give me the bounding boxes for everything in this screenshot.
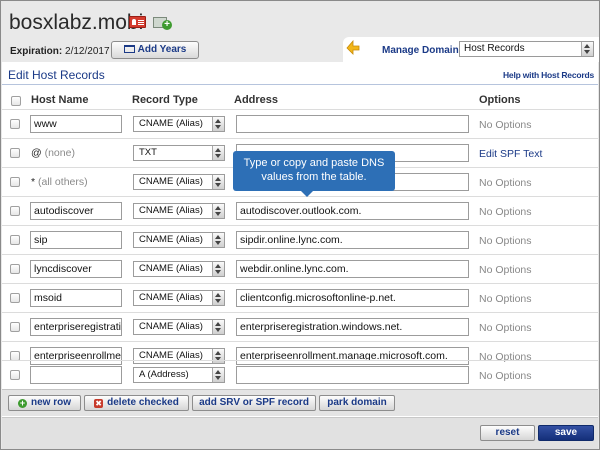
host-record-row: autodiscover CNAME (Alias) autodiscover.… bbox=[2, 196, 598, 224]
contact-card-icon[interactable] bbox=[129, 16, 146, 28]
host-record-row: www CNAME (Alias) No Options bbox=[2, 109, 598, 137]
manage-domain-select[interactable]: Host Records bbox=[459, 41, 594, 57]
record-type-select[interactable]: TXT bbox=[133, 145, 225, 161]
record-type-select[interactable]: CNAME (Alias) bbox=[133, 319, 225, 335]
row-options: No Options bbox=[479, 370, 532, 382]
record-actions-bar: + new row ✖ delete checked add SRV or SPF … bbox=[2, 389, 598, 416]
select-arrows-icon bbox=[212, 233, 224, 247]
record-type-select[interactable]: CNAME (Alias) bbox=[133, 261, 225, 277]
host-record-row: A (Address) No Options bbox=[2, 360, 598, 389]
host-record-row: lyncdiscover CNAME (Alias) webdir.online… bbox=[2, 254, 598, 282]
host-name-input[interactable]: enterpriseregistration bbox=[30, 318, 122, 336]
tooltip-line-2: values from the table. bbox=[261, 171, 367, 183]
column-address: Address bbox=[234, 94, 279, 106]
column-options: Options bbox=[479, 94, 521, 106]
select-all-checkbox[interactable] bbox=[11, 96, 21, 106]
expiration-label: Expiration: bbox=[10, 46, 63, 57]
panel-title: Edit Host Records bbox=[8, 68, 105, 82]
host-name-symbol: @ bbox=[31, 147, 42, 159]
record-type-select[interactable]: A (Address) bbox=[133, 367, 225, 383]
edit-spf-text-link[interactable]: Edit SPF Text bbox=[479, 148, 542, 160]
panel-header: Edit Host Records Help with Host Records bbox=[2, 62, 598, 85]
host-name-input[interactable]: www bbox=[30, 115, 122, 133]
address-input[interactable] bbox=[236, 366, 469, 384]
select-arrows-icon bbox=[212, 175, 224, 189]
column-host-name: Host Name bbox=[31, 94, 89, 106]
host-record-row: sip CNAME (Alias) sipdir.online.lync.com… bbox=[2, 225, 598, 253]
add-years-button[interactable]: Add Years bbox=[111, 41, 199, 59]
host-record-row: enterpriseregistration CNAME (Alias) ent… bbox=[2, 312, 598, 340]
host-records-panel: Edit Host Records Help with Host Records… bbox=[2, 62, 598, 418]
row-checkbox[interactable] bbox=[10, 206, 20, 216]
select-arrows-icon bbox=[581, 42, 593, 56]
host-record-row: msoid CNAME (Alias) clientconfig.microso… bbox=[2, 283, 598, 311]
host-name-input[interactable] bbox=[30, 366, 122, 384]
dns-hint-tooltip: Type or copy and paste DNS values from t… bbox=[233, 151, 395, 197]
row-checkbox[interactable] bbox=[10, 293, 20, 303]
select-arrows-icon bbox=[212, 368, 224, 382]
row-options: No Options bbox=[479, 322, 532, 334]
new-row-button[interactable]: + new row bbox=[8, 395, 81, 411]
host-name-note: (all others) bbox=[38, 176, 88, 188]
save-button[interactable]: save bbox=[538, 425, 594, 441]
record-type-select[interactable]: CNAME (Alias) bbox=[133, 203, 225, 219]
column-record-type: Record Type bbox=[132, 94, 198, 106]
plus-icon: + bbox=[17, 398, 27, 408]
address-input[interactable]: enterpriseregistration.windows.net. bbox=[236, 318, 469, 336]
host-name-symbol: * bbox=[31, 176, 36, 188]
window-frame: bosxlabz.mobi + Expiration: 2/12/2017 Ad… bbox=[0, 0, 600, 450]
domain-title: bosxlabz.mobi bbox=[9, 11, 144, 34]
host-name-static: * (all others) bbox=[31, 176, 88, 188]
host-name-note: (none) bbox=[44, 147, 75, 159]
row-options: No Options bbox=[479, 206, 532, 218]
record-type-select[interactable]: CNAME (Alias) bbox=[133, 232, 225, 248]
footer-bar: reset save bbox=[2, 417, 598, 449]
host-name-input[interactable]: lyncdiscover bbox=[30, 260, 122, 278]
row-options: No Options bbox=[479, 235, 532, 247]
row-options: No Options bbox=[479, 119, 532, 131]
select-arrows-icon bbox=[212, 204, 224, 218]
delete-checked-button[interactable]: ✖ delete checked bbox=[84, 395, 189, 411]
manage-domain-label: Manage Domain: bbox=[382, 45, 463, 56]
row-checkbox[interactable] bbox=[10, 370, 20, 380]
arrow-icon bbox=[346, 39, 360, 55]
delete-icon: ✖ bbox=[94, 399, 104, 408]
row-checkbox[interactable] bbox=[10, 119, 20, 129]
address-input[interactable]: sipdir.online.lync.com. bbox=[236, 231, 469, 249]
record-type-select[interactable]: CNAME (Alias) bbox=[133, 290, 225, 306]
reset-button[interactable]: reset bbox=[480, 425, 535, 441]
park-domain-button[interactable]: park domain bbox=[319, 395, 395, 411]
host-name-input[interactable]: autodiscover bbox=[30, 202, 122, 220]
select-arrows-icon bbox=[212, 146, 224, 160]
record-type-select[interactable]: CNAME (Alias) bbox=[133, 116, 225, 132]
record-type-select[interactable]: CNAME (Alias) bbox=[133, 174, 225, 190]
address-input[interactable] bbox=[236, 115, 469, 133]
add-contact-icon[interactable]: + bbox=[153, 16, 172, 30]
row-checkbox[interactable] bbox=[10, 177, 20, 187]
address-input[interactable]: webdir.online.lync.com. bbox=[236, 260, 469, 278]
host-name-static: @ (none) bbox=[31, 147, 75, 159]
tooltip-line-1: Type or copy and paste DNS bbox=[243, 157, 385, 169]
select-arrows-icon bbox=[212, 262, 224, 276]
row-options: No Options bbox=[479, 177, 532, 189]
select-arrows-icon bbox=[212, 117, 224, 131]
host-name-input[interactable]: msoid bbox=[30, 289, 122, 307]
help-link[interactable]: Help with Host Records bbox=[503, 70, 594, 80]
row-options: No Options bbox=[479, 293, 532, 305]
row-checkbox[interactable] bbox=[10, 264, 20, 274]
add-srv-spf-button[interactable]: add SRV or SPF record bbox=[192, 395, 316, 411]
cart-icon bbox=[123, 45, 135, 53]
address-input[interactable]: clientconfig.microsoftonline-p.net. bbox=[236, 289, 469, 307]
row-checkbox[interactable] bbox=[10, 235, 20, 245]
expiration-date: 2/12/2017 bbox=[65, 46, 110, 57]
host-name-input[interactable]: sip bbox=[30, 231, 122, 249]
row-options: No Options bbox=[479, 264, 532, 276]
row-checkbox[interactable] bbox=[10, 322, 20, 332]
select-arrows-icon bbox=[212, 291, 224, 305]
address-input[interactable]: autodiscover.outlook.com. bbox=[236, 202, 469, 220]
row-checkbox[interactable] bbox=[10, 148, 20, 158]
expiration-info: Expiration: 2/12/2017 bbox=[10, 46, 110, 57]
select-arrows-icon bbox=[212, 320, 224, 334]
